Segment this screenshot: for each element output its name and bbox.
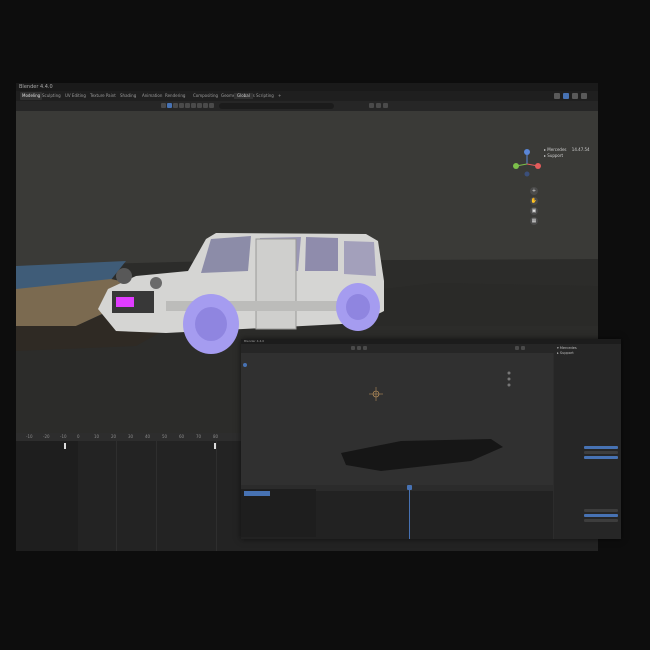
settings-icon[interactable] xyxy=(581,93,587,99)
frame-number: 30 xyxy=(128,434,134,439)
property-fields xyxy=(556,509,618,523)
transform-tool-icon[interactable] xyxy=(185,103,190,108)
secondary-dope-channels xyxy=(241,489,316,537)
select-tool-icon[interactable] xyxy=(161,103,166,108)
collection-label: Mercedes xyxy=(547,147,567,152)
frame-number: 20 xyxy=(111,434,117,439)
secondary-blender-window: Blender 4.4.0 ▾ Mercedes ▸ Support xyxy=(241,339,621,539)
transform-orientation-dropdown[interactable]: Global xyxy=(234,93,253,99)
keyframe-marker[interactable] xyxy=(64,443,66,449)
workspace-tab[interactable]: Compositing xyxy=(193,92,218,100)
overlay-icon[interactable] xyxy=(383,103,388,108)
frame-number: -10 xyxy=(60,434,67,439)
secondary-outliner: ▾ Mercedes ▸ Support xyxy=(554,344,621,358)
secondary-3d-viewport[interactable] xyxy=(241,353,553,485)
shading-icon[interactable] xyxy=(521,346,525,350)
shadow-render xyxy=(241,353,553,485)
property-field[interactable] xyxy=(584,446,618,449)
search-input[interactable] xyxy=(219,103,334,109)
frame-number: 0 xyxy=(77,434,80,439)
workspace-tab[interactable]: Scripting xyxy=(256,92,274,100)
support-row[interactable]: ▸ Support xyxy=(544,153,596,159)
workspace-tab[interactable]: + xyxy=(278,92,281,100)
scene-icon[interactable] xyxy=(554,93,560,99)
workspace-tab[interactable]: Modeling xyxy=(20,92,43,100)
annotate-tool-icon[interactable] xyxy=(191,103,196,108)
frame-number: 10 xyxy=(94,434,100,439)
support-label: Support xyxy=(547,153,564,158)
title-bar: Blender 4.4.0 xyxy=(16,83,598,91)
dope-sheet-channels xyxy=(16,441,78,551)
render-icon[interactable] xyxy=(572,93,578,99)
tool-icon[interactable] xyxy=(351,346,355,350)
viewport-header: Global xyxy=(16,93,598,111)
workspace-tab[interactable]: Animation xyxy=(142,92,162,100)
frame-number: 50 xyxy=(162,434,168,439)
frame-number: 80 xyxy=(213,434,219,439)
keyframe-marker[interactable] xyxy=(214,443,216,449)
workspace-tab[interactable]: Texture Paint xyxy=(90,92,116,100)
workspace-tab[interactable]: Sculpting xyxy=(42,92,61,100)
zoom-icon[interactable]: + xyxy=(530,187,538,195)
workspace-tab[interactable]: Rendering xyxy=(165,92,185,100)
frame-number: 40 xyxy=(145,434,151,439)
secondary-timeline[interactable] xyxy=(241,485,553,539)
window-title: Blender 4.4.0 xyxy=(19,84,53,90)
secondary-properties-panel: ▾ Mercedes ▸ Support xyxy=(554,344,621,539)
secondary-viewport-header xyxy=(241,344,556,353)
scene-collection: ▸ Mercedes 14.47.54 ▸ Support xyxy=(544,147,596,161)
cursor-tool-icon[interactable] xyxy=(203,103,208,108)
property-field[interactable] xyxy=(584,451,618,454)
playhead-handle[interactable] xyxy=(407,485,412,490)
property-field[interactable] xyxy=(584,519,618,522)
frame-line xyxy=(156,441,157,551)
frame-line xyxy=(116,441,117,551)
view-layer-icon[interactable] xyxy=(563,93,569,99)
snap-icon[interactable] xyxy=(209,103,214,108)
frame-line xyxy=(216,441,217,551)
playhead[interactable] xyxy=(409,485,410,539)
property-field[interactable] xyxy=(584,456,618,459)
navigation-gizmo[interactable] xyxy=(512,146,542,178)
workspace-tabs: Modeling Sculpting UV Editing Texture Paint… xyxy=(16,91,598,101)
frame-number: -10 xyxy=(26,434,33,439)
collection-value: 14.47.54 xyxy=(571,147,590,152)
camera-view-icon[interactable]: ▣ xyxy=(530,207,538,215)
tool-icon[interactable] xyxy=(363,346,367,350)
move-tool-icon[interactable] xyxy=(167,103,172,108)
frame-number: 60 xyxy=(179,434,185,439)
measure-tool-icon[interactable] xyxy=(197,103,202,108)
frame-number: 70 xyxy=(196,434,202,439)
outliner-label: Support xyxy=(559,351,574,355)
pan-hand-icon[interactable]: ✋ xyxy=(530,197,538,205)
outliner-row[interactable]: ▸ Support xyxy=(557,351,618,356)
funnel-icon[interactable] xyxy=(376,103,381,108)
outliner-label: Mercedes xyxy=(559,346,577,350)
scale-tool-icon[interactable] xyxy=(179,103,184,108)
filter-icon[interactable] xyxy=(369,103,374,108)
property-field[interactable] xyxy=(584,509,618,512)
property-fields xyxy=(556,446,618,460)
property-field[interactable] xyxy=(584,514,618,517)
frame-number: -20 xyxy=(43,434,50,439)
tool-icon[interactable] xyxy=(357,346,361,350)
shading-icon[interactable] xyxy=(515,346,519,350)
ortho-grid-icon[interactable]: ▦ xyxy=(530,217,538,225)
active-channel[interactable] xyxy=(244,491,270,496)
rotate-tool-icon[interactable] xyxy=(173,103,178,108)
workspace-tab[interactable]: UV Editing xyxy=(65,92,86,100)
workspace-tab[interactable]: Shading xyxy=(120,92,136,100)
